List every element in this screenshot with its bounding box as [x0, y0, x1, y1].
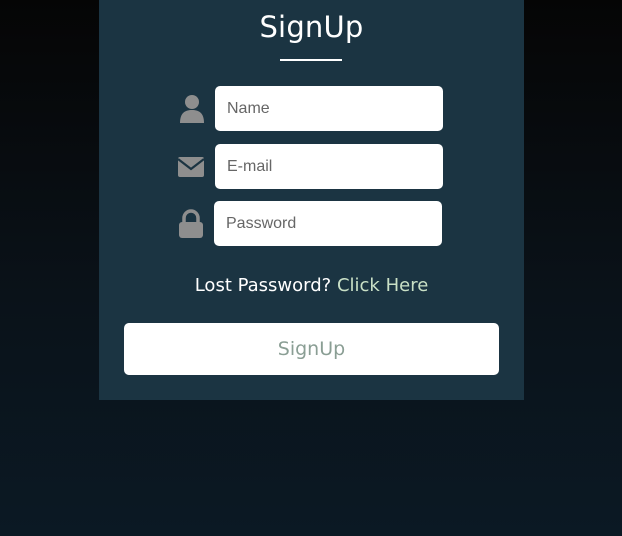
- password-input[interactable]: [214, 201, 442, 246]
- name-row: [177, 86, 443, 131]
- password-row: [176, 201, 442, 246]
- lost-password-text: Lost Password?: [194, 275, 332, 296]
- envelope-icon: [176, 152, 206, 182]
- signup-button[interactable]: SignUp: [124, 323, 499, 375]
- page-title: SignUp: [259, 10, 364, 44]
- name-input[interactable]: [215, 86, 443, 131]
- click-here-link[interactable]: Click Here: [337, 275, 428, 296]
- lost-password-line: Lost Password? Click Here: [99, 275, 524, 296]
- title-underline: [280, 59, 342, 61]
- user-icon: [177, 94, 207, 124]
- email-input[interactable]: [215, 144, 443, 189]
- lock-icon: [176, 209, 206, 239]
- signup-card: SignUp Lost Passwo: [99, 0, 524, 400]
- email-row: [177, 144, 443, 189]
